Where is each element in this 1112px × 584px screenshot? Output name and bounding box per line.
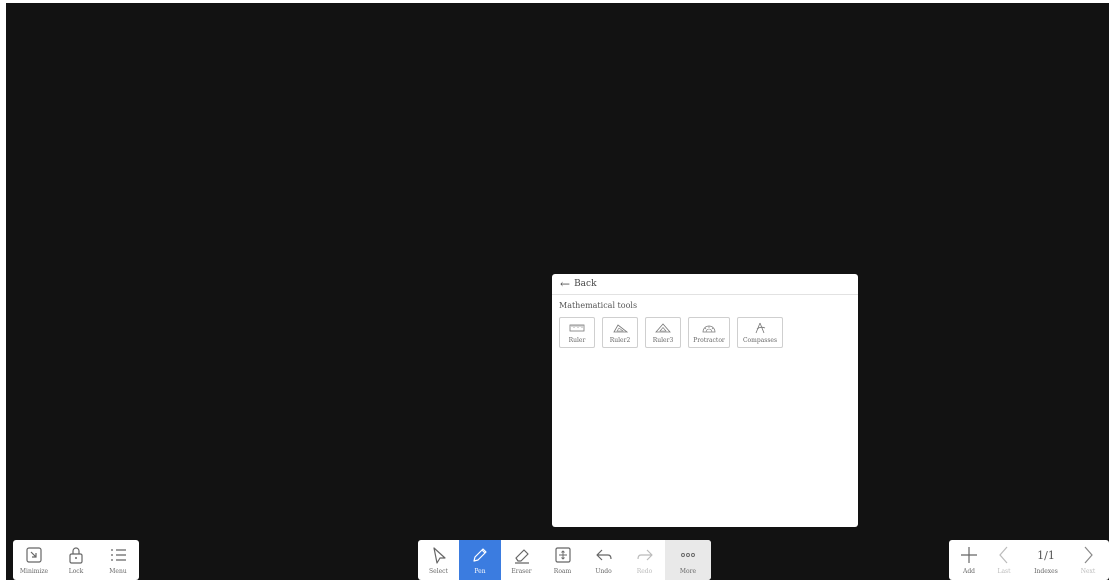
select-label: Select xyxy=(429,568,448,575)
indexes-label: Indexes xyxy=(1034,568,1058,575)
tool-label: Ruler3 xyxy=(652,337,674,344)
ruler-icon xyxy=(569,324,585,332)
lock-button[interactable]: Lock xyxy=(55,540,97,580)
redo-label: Redo xyxy=(636,568,653,575)
tool-ruler2[interactable]: Ruler2 xyxy=(602,317,638,348)
eraser-icon xyxy=(514,549,529,564)
plus-icon xyxy=(961,547,977,563)
chevron-right-icon xyxy=(1084,546,1093,564)
triangle-ruler-icon xyxy=(613,324,628,333)
protractor-icon xyxy=(702,325,716,333)
undo-label: Undo xyxy=(595,568,612,575)
roam-label: Roam xyxy=(553,568,572,575)
indexes-button[interactable]: 1/1 Indexes xyxy=(1019,540,1073,580)
isosceles-ruler-icon xyxy=(655,323,671,333)
roam-button[interactable]: Roam xyxy=(542,540,583,580)
pen-icon xyxy=(473,548,487,562)
add-page-button[interactable]: Add xyxy=(949,540,989,580)
back-label: Back xyxy=(574,279,597,289)
eraser-button[interactable]: Eraser xyxy=(501,540,542,580)
back-button[interactable]: ← Back xyxy=(552,274,858,295)
select-button[interactable]: Select xyxy=(418,540,459,580)
tool-ruler[interactable]: Ruler xyxy=(559,317,595,348)
more-label: More xyxy=(679,568,697,575)
more-icon xyxy=(681,553,695,557)
menu-label: Menu xyxy=(109,568,127,575)
menu-icon xyxy=(111,549,126,561)
last-page-button[interactable]: Last xyxy=(989,540,1019,580)
tool-compasses[interactable]: Compasses xyxy=(737,317,783,348)
back-arrow-icon: ← xyxy=(560,277,571,291)
tool-ruler3[interactable]: Ruler3 xyxy=(645,317,681,348)
tool-label: Ruler2 xyxy=(609,337,631,344)
add-label: Add xyxy=(962,568,975,575)
next-label: Next xyxy=(1080,568,1096,575)
tool-protractor[interactable]: Protractor xyxy=(688,317,730,348)
menu-button[interactable]: Menu xyxy=(97,540,139,580)
minimize-icon xyxy=(26,547,42,563)
panel-title: Mathematical tools xyxy=(559,301,638,310)
minimize-label: Minimize xyxy=(19,568,49,575)
next-page-button[interactable]: Next xyxy=(1073,540,1103,580)
more-button[interactable]: More xyxy=(665,540,711,580)
lock-icon xyxy=(69,547,83,564)
tool-label: Compasses xyxy=(742,337,778,344)
last-label: Last xyxy=(997,568,1011,575)
redo-button[interactable]: Redo xyxy=(624,540,665,580)
chevron-left-icon xyxy=(999,546,1008,564)
cursor-icon xyxy=(432,547,446,564)
lock-label: Lock xyxy=(68,568,84,575)
center-toolbar: Select Pen Eraser Roam Undo Redo More xyxy=(418,540,711,580)
math-tools-panel: ← Back Mathematical tools Ruler Ruler2 R… xyxy=(552,274,858,527)
undo-button[interactable]: Undo xyxy=(583,540,624,580)
compasses-icon xyxy=(755,322,766,334)
pen-label: Pen xyxy=(474,568,486,575)
roam-icon xyxy=(554,547,571,563)
tool-label: Protractor xyxy=(693,337,725,344)
pen-button[interactable]: Pen xyxy=(459,540,501,580)
page-indicator: 1/1 xyxy=(1037,548,1055,562)
minimize-button[interactable]: Minimize xyxy=(13,540,55,580)
right-toolbar: Add Last 1/1 Indexes Next xyxy=(949,540,1109,580)
eraser-label: Eraser xyxy=(511,568,532,575)
undo-icon xyxy=(595,549,612,561)
tool-label: Ruler xyxy=(568,337,586,344)
left-toolbar: Minimize Lock Menu xyxy=(13,540,139,580)
redo-icon xyxy=(636,549,653,561)
